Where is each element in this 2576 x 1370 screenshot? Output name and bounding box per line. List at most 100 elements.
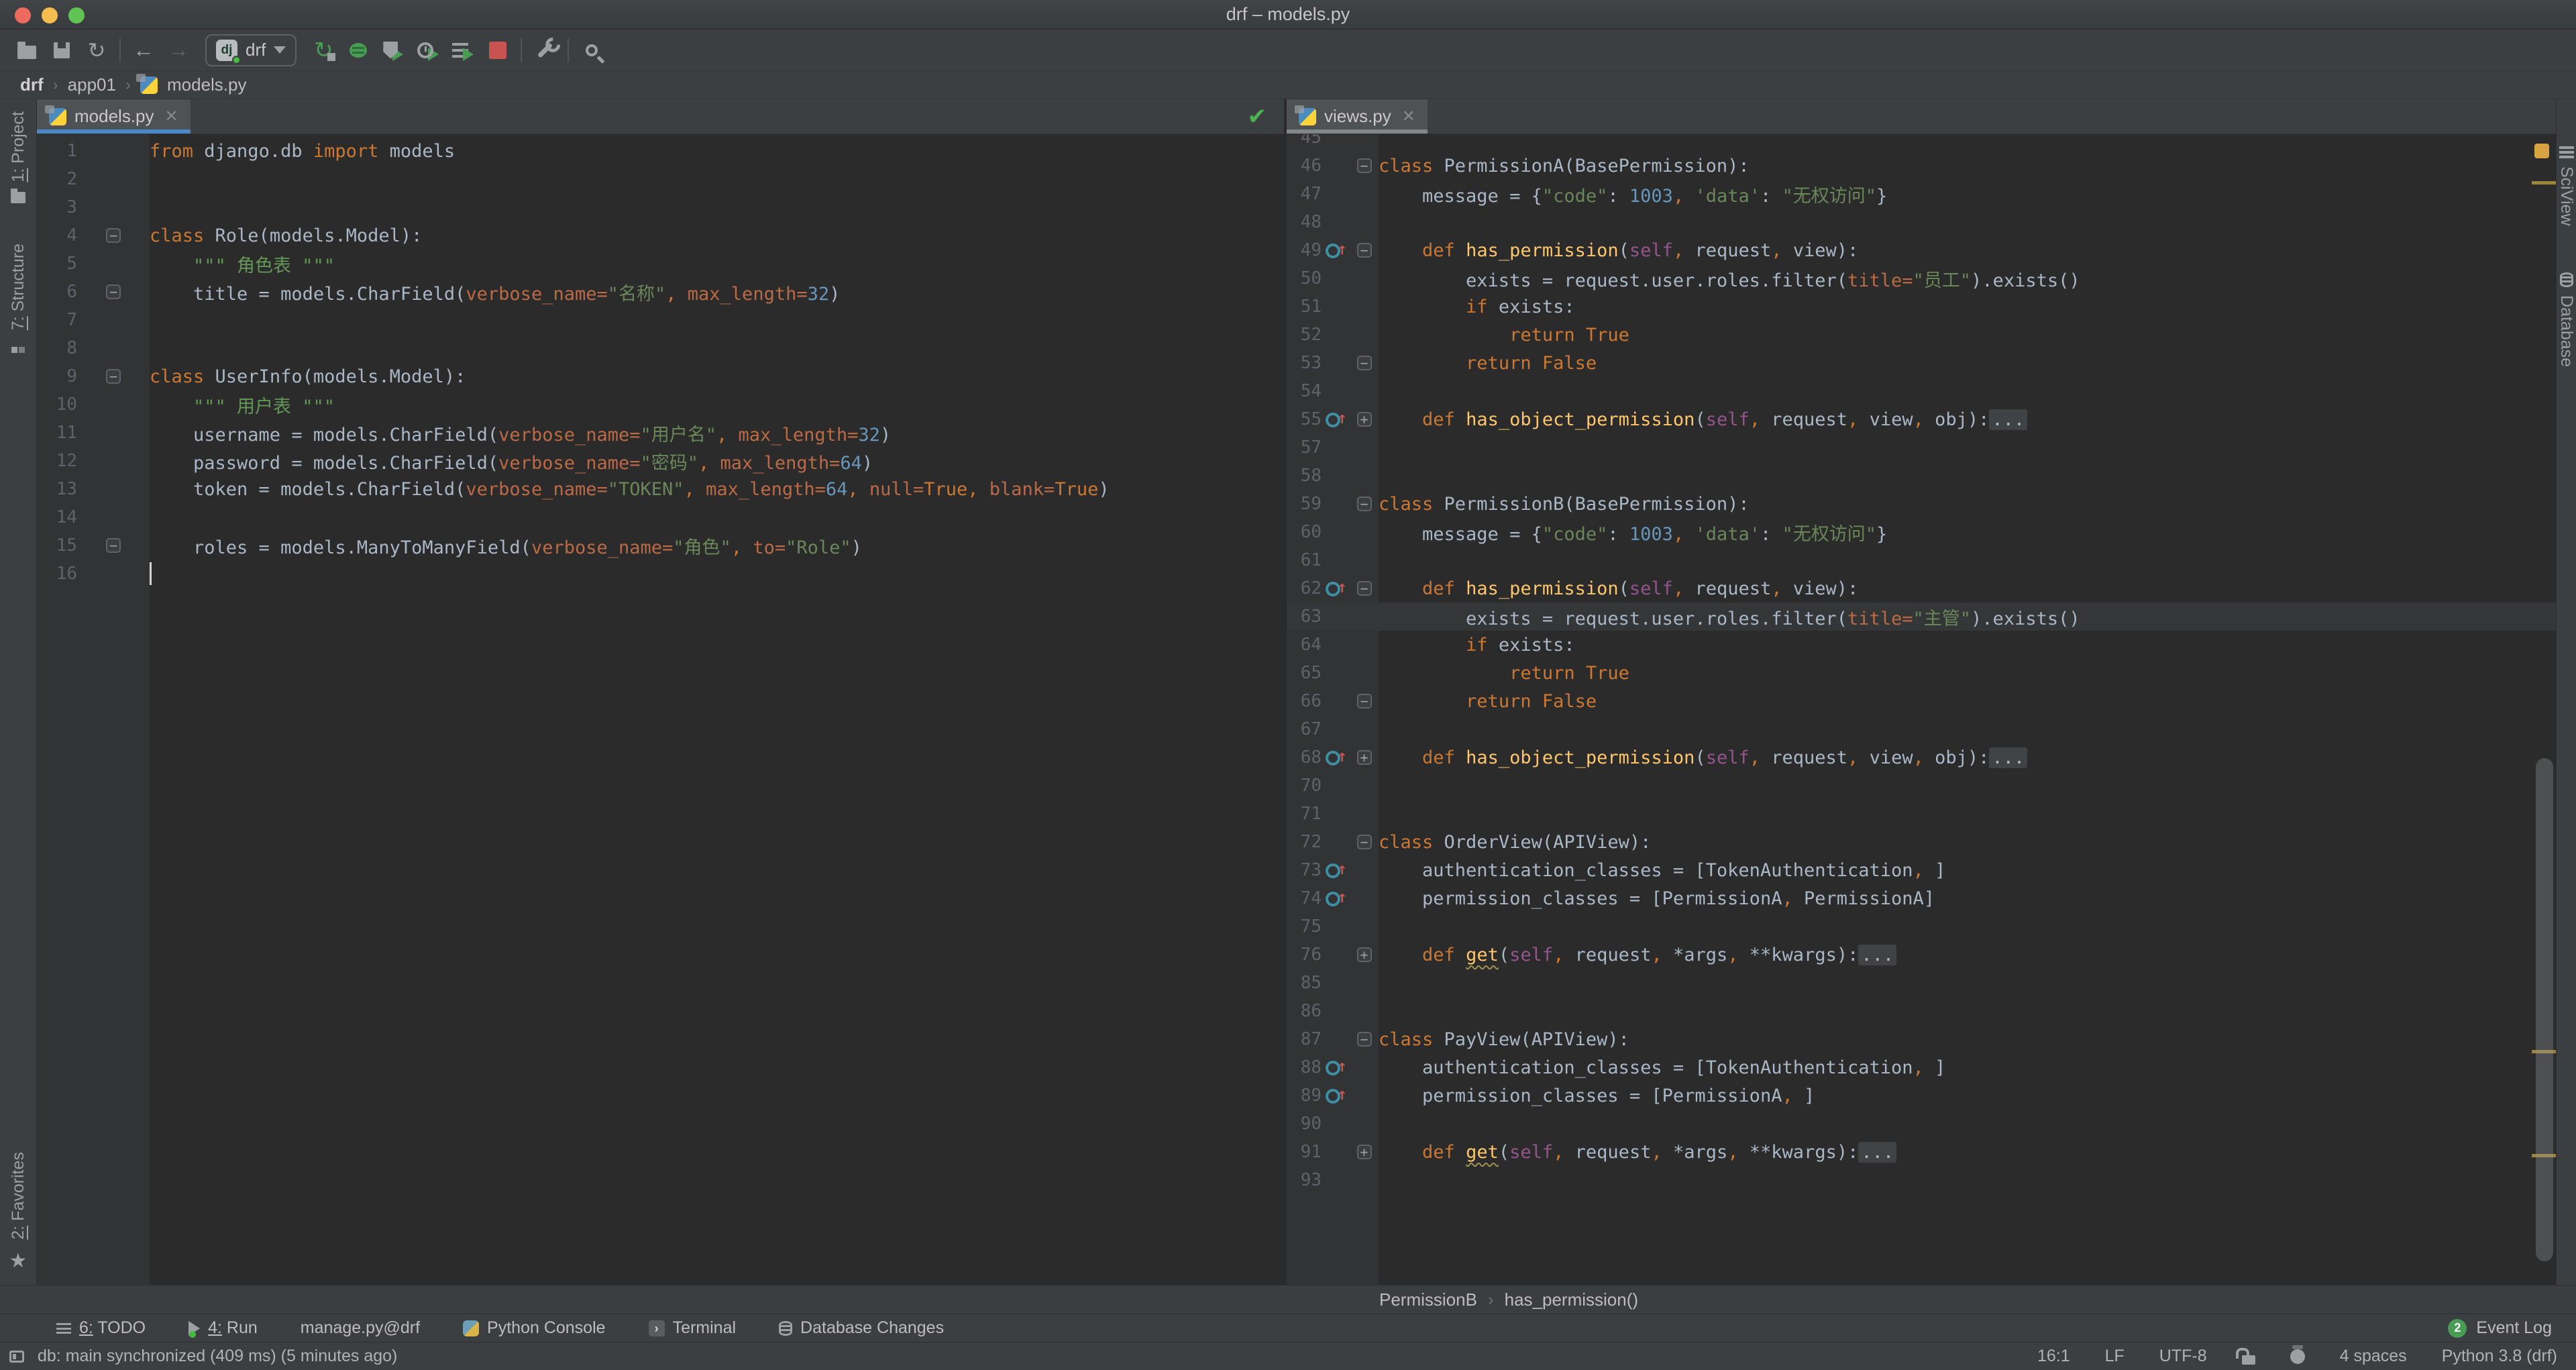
line-number[interactable]: 9 [37, 366, 77, 386]
code-line[interactable]: 68+ def has_object_permission(self, requ… [1287, 743, 2556, 772]
line-number[interactable]: 16 [37, 564, 77, 584]
line-number[interactable]: 67 [1287, 719, 1322, 739]
fold-icon[interactable]: − [106, 538, 121, 553]
code-line[interactable]: 15− roles = models.ManyToManyField(verbo… [37, 531, 1284, 560]
code-line[interactable]: 9−class UserInfo(models.Model): [37, 362, 1284, 390]
toolwindow-run-config-label[interactable]: manage.py@drf [301, 1318, 420, 1338]
line-number[interactable]: 15 [37, 535, 77, 556]
line-number[interactable]: 54 [1287, 381, 1322, 401]
toolwindow-switcher-icon[interactable] [9, 1351, 24, 1363]
sidebar-item-favorites[interactable]: 2: Favorites ★ [9, 1152, 28, 1273]
code-line[interactable]: 63 exists = request.user.roles.filter(ti… [1287, 602, 2556, 631]
line-number[interactable]: 1 [37, 141, 77, 161]
line-number[interactable]: 73 [1287, 860, 1322, 880]
run-configuration-selector[interactable]: dj drf [205, 34, 297, 66]
line-number[interactable]: 3 [37, 197, 77, 217]
line-number[interactable]: 72 [1287, 832, 1322, 852]
line-number[interactable]: 66 [1287, 691, 1322, 711]
line-number[interactable]: 87 [1287, 1029, 1322, 1049]
toolwindow-database-changes[interactable]: Database Changes [779, 1318, 944, 1338]
breadcrumb-project[interactable]: drf [20, 74, 44, 95]
fold-icon[interactable]: − [106, 228, 121, 243]
line-number[interactable]: 86 [1287, 1001, 1322, 1021]
stop-icon[interactable] [480, 36, 515, 65]
inspection-ok-icon[interactable]: ✔ [1248, 103, 1267, 130]
code-line[interactable]: 3 [37, 193, 1284, 221]
line-number[interactable]: 85 [1287, 973, 1322, 993]
code-line[interactable]: 54 [1287, 377, 2556, 405]
rerun-icon[interactable]: ↻ [306, 36, 341, 65]
sync-icon[interactable]: ↻ [79, 36, 114, 65]
line-number[interactable]: 58 [1287, 466, 1322, 486]
fold-icon[interactable]: − [1357, 694, 1372, 708]
fold-icon[interactable]: − [1357, 496, 1372, 511]
line-number[interactable]: 75 [1287, 916, 1322, 937]
line-number[interactable]: 91 [1287, 1142, 1322, 1162]
breadcrumb-class[interactable]: PermissionB [1379, 1289, 1477, 1310]
line-number[interactable]: 4 [37, 225, 77, 246]
line-number[interactable]: 51 [1287, 297, 1322, 317]
fold-icon[interactable]: − [106, 369, 121, 384]
line-number[interactable]: 76 [1287, 945, 1322, 965]
line-number[interactable]: 93 [1287, 1170, 1322, 1190]
code-line[interactable]: 14 [37, 503, 1284, 531]
line-number[interactable]: 65 [1287, 663, 1322, 683]
code-line[interactable]: 64 if exists: [1287, 631, 2556, 659]
editor-models-py[interactable]: 1from django.db import models234−class R… [37, 134, 1284, 1285]
overriding-method-icon[interactable] [1326, 861, 1346, 879]
unfold-icon[interactable]: + [1357, 750, 1372, 765]
code-line[interactable]: 75 [1287, 912, 2556, 941]
code-line[interactable]: 50 exists = request.user.roles.filter(ti… [1287, 264, 2556, 293]
code-line[interactable]: 71 [1287, 800, 2556, 828]
line-number[interactable]: 50 [1287, 268, 1322, 288]
toolwindow-python-console[interactable]: Python Console [463, 1318, 606, 1338]
line-number[interactable]: 59 [1287, 494, 1322, 514]
code-line[interactable]: 46−class PermissionA(BasePermission): [1287, 152, 2556, 180]
code-line[interactable]: 55+ def has_object_permission(self, requ… [1287, 405, 2556, 433]
code-line[interactable]: 62− def has_permission(self, request, vi… [1287, 574, 2556, 602]
close-icon[interactable]: ✕ [1402, 107, 1415, 126]
code-line[interactable]: 91+ def get(self, request, *args, **kwar… [1287, 1138, 2556, 1166]
inspector-hector-icon[interactable] [2290, 1349, 2305, 1364]
unfold-icon[interactable]: + [1357, 412, 1372, 427]
fold-icon[interactable]: − [1357, 1032, 1372, 1047]
code-line[interactable]: 12 password = models.CharField(verbose_n… [37, 447, 1284, 475]
line-number[interactable]: 12 [37, 451, 77, 471]
line-number[interactable]: 10 [37, 394, 77, 415]
search-icon[interactable] [574, 36, 609, 65]
code-line[interactable]: 70 [1287, 772, 2556, 800]
fold-icon[interactable]: − [1357, 158, 1372, 173]
save-icon[interactable] [44, 36, 79, 65]
breadcrumb-file[interactable]: models.py [167, 74, 247, 95]
sidebar-item-project[interactable]: 1: Project [9, 111, 28, 203]
tab-views-py[interactable]: views.py ✕ [1287, 99, 1428, 134]
editor-views-py[interactable]: 4546−class PermissionA(BasePermission):4… [1287, 134, 2556, 1285]
code-line[interactable]: 1from django.db import models [37, 137, 1284, 165]
toolwindow-terminal[interactable]: › Terminal [649, 1318, 736, 1338]
minimize-window-button[interactable] [42, 7, 58, 23]
code-line[interactable]: 51 if exists: [1287, 293, 2556, 321]
code-line[interactable]: 10 """ 用户表 """ [37, 390, 1284, 419]
line-number[interactable]: 48 [1287, 212, 1322, 232]
code-line[interactable]: 53− return False [1287, 349, 2556, 377]
overriding-method-icon[interactable] [1326, 411, 1346, 428]
line-number[interactable]: 47 [1287, 184, 1322, 204]
code-line[interactable]: 93 [1287, 1166, 2556, 1194]
code-line[interactable]: 76+ def get(self, request, *args, **kwar… [1287, 941, 2556, 969]
inspection-warning-icon[interactable] [2534, 144, 2549, 158]
back-icon[interactable]: ← [126, 36, 161, 65]
line-number[interactable]: 64 [1287, 635, 1322, 655]
line-number[interactable]: 57 [1287, 437, 1322, 458]
line-number[interactable]: 89 [1287, 1086, 1322, 1106]
profiler-icon[interactable] [411, 36, 445, 65]
file-encoding[interactable]: UTF-8 [2159, 1347, 2207, 1366]
debug-icon[interactable] [341, 36, 376, 65]
sidebar-item-sciview[interactable]: SciView [2557, 146, 2576, 225]
code-line[interactable]: 4−class Role(models.Model): [37, 221, 1284, 250]
code-line[interactable]: 7 [37, 306, 1284, 334]
breadcrumb-method[interactable]: has_permission() [1505, 1289, 1638, 1310]
toolwindow-run[interactable]: 4: Run [189, 1318, 258, 1338]
code-line[interactable]: 66− return False [1287, 687, 2556, 715]
code-line[interactable]: 86 [1287, 997, 2556, 1025]
code-line[interactable]: 57 [1287, 433, 2556, 462]
